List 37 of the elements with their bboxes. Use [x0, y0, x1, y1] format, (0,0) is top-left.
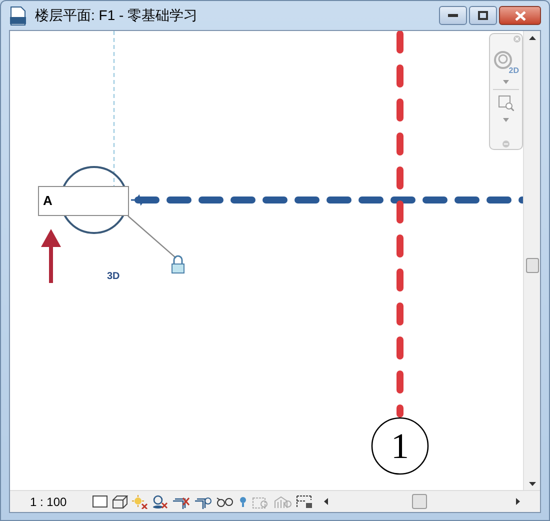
- grid-label: 1: [390, 425, 410, 468]
- sun-icon[interactable]: [132, 494, 148, 508]
- vertical-scrollbar[interactable]: [523, 31, 540, 490]
- minimize-icon: [448, 14, 458, 18]
- grid-line[interactable]: [396, 31, 404, 418]
- leader-line: [128, 216, 176, 258]
- scroll-down-icon[interactable]: [528, 482, 536, 486]
- scroll-left-icon[interactable]: [324, 498, 328, 505]
- text-input-field[interactable]: A: [38, 186, 129, 216]
- dropdown-icon[interactable]: [503, 80, 509, 84]
- shadow-icon[interactable]: [152, 494, 168, 508]
- document-icon: [9, 6, 27, 26]
- scale-label[interactable]: 1 : 100: [30, 492, 88, 510]
- cube-icon[interactable]: [112, 494, 128, 508]
- scroll-thumb[interactable]: [526, 258, 538, 273]
- window-title: 楼层平面: F1 - 零基础学习: [35, 6, 198, 25]
- grid-line[interactable]: [134, 196, 523, 204]
- bulb-icon[interactable]: [238, 494, 248, 508]
- scroll-thumb[interactable]: [412, 494, 427, 509]
- rectangle-icon[interactable]: [92, 494, 108, 508]
- close-icon: [514, 10, 526, 20]
- maximize-button[interactable]: [469, 6, 497, 25]
- maximize-icon: [478, 11, 488, 20]
- arrow-drawing: [41, 229, 61, 283]
- grid-bubble: [371, 417, 429, 475]
- dropdown-icon[interactable]: [503, 118, 509, 122]
- close-button[interactable]: [499, 6, 541, 25]
- scroll-up-icon[interactable]: [528, 36, 536, 40]
- lock-icon[interactable]: [172, 255, 184, 274]
- glasses-icon[interactable]: [216, 494, 234, 508]
- zoom-icon[interactable]: [498, 95, 514, 111]
- constraint-icon[interactable]: [296, 494, 314, 508]
- scroll-right-icon[interactable]: [516, 498, 520, 505]
- minimize-button[interactable]: [439, 6, 467, 25]
- crop-icon[interactable]: [194, 494, 212, 508]
- crop-icon[interactable]: [172, 494, 190, 508]
- view-label: 3D: [107, 270, 120, 284]
